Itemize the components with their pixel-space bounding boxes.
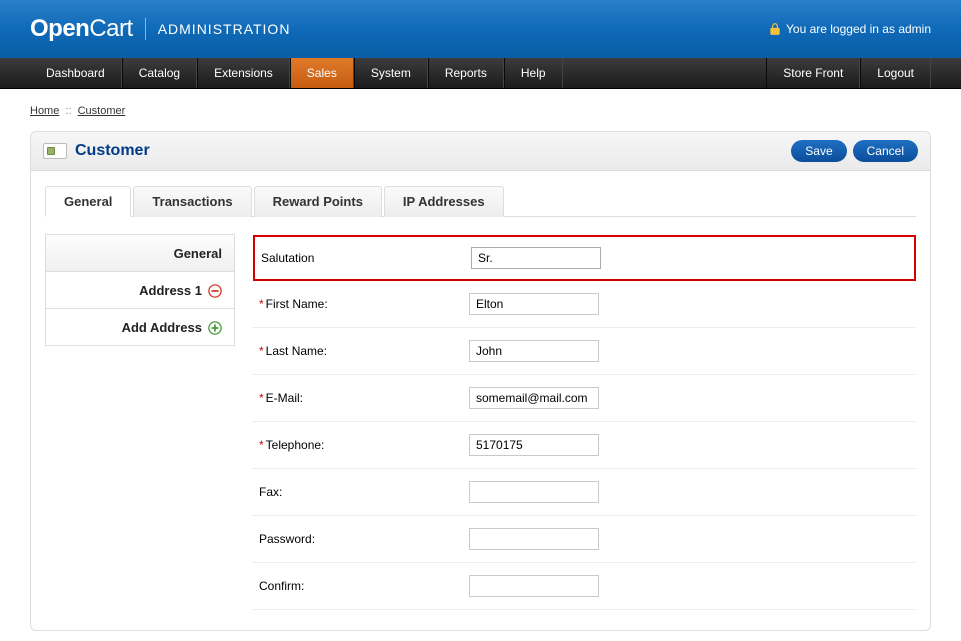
customer-page-icon: [43, 143, 67, 159]
side-tab-general[interactable]: General: [45, 234, 235, 272]
nav-store-front[interactable]: Store Front: [766, 58, 860, 88]
input-wrap-email: [469, 387, 599, 409]
input-wrap-last-name: [469, 340, 599, 362]
nav-system[interactable]: System: [354, 58, 428, 88]
page-container: Home :: Customer Customer Save Cancel Ge…: [0, 89, 961, 641]
breadcrumb-current[interactable]: Customer: [78, 105, 126, 117]
row-last-name: *Last Name:: [253, 328, 916, 375]
logo-rest: Cart: [89, 15, 132, 42]
nav-right: Store Front Logout: [766, 58, 931, 88]
nav-sales[interactable]: Sales: [290, 58, 354, 88]
label-first-name: *First Name:: [259, 297, 469, 311]
row-email: *E-Mail:: [253, 375, 916, 422]
label-fax: Fax:: [259, 485, 469, 499]
row-password: Password:: [253, 516, 916, 563]
input-wrap-fax: [469, 481, 599, 503]
label-telephone: *Telephone:: [259, 438, 469, 452]
form-area: Salutation *First Name:: [235, 235, 916, 610]
confirm-input[interactable]: [469, 575, 599, 597]
label-last-name: *Last Name:: [259, 344, 469, 358]
required-mark: *: [259, 344, 264, 358]
lock-icon: [768, 22, 786, 37]
row-first-name: *First Name:: [253, 281, 916, 328]
password-input[interactable]: [469, 528, 599, 550]
nav-catalog[interactable]: Catalog: [122, 58, 197, 88]
logo[interactable]: OpenCart: [30, 15, 133, 43]
input-wrap-salutation: [471, 247, 601, 269]
form-layout: General Address 1 Add Address: [45, 235, 916, 610]
box-heading: Customer Save Cancel: [31, 132, 930, 171]
side-tabs: General Address 1 Add Address: [45, 235, 235, 610]
nav-reports[interactable]: Reports: [428, 58, 504, 88]
row-confirm: Confirm:: [253, 563, 916, 610]
tab-general[interactable]: General: [45, 186, 131, 217]
header: OpenCart ADMINISTRATION You are logged i…: [0, 0, 961, 58]
label-confirm: Confirm:: [259, 579, 469, 593]
label-password-text: Password:: [259, 532, 315, 546]
nav-logout[interactable]: Logout: [860, 58, 931, 88]
save-button[interactable]: Save: [791, 140, 846, 162]
tab-reward-points[interactable]: Reward Points: [254, 186, 382, 217]
side-tab-general-label: General: [174, 246, 222, 261]
add-address-icon[interactable]: [208, 319, 222, 335]
input-wrap-confirm: [469, 575, 599, 597]
cancel-button[interactable]: Cancel: [853, 140, 918, 162]
heading-actions: Save Cancel: [791, 140, 918, 162]
label-fax-text: Fax:: [259, 485, 282, 499]
admin-section-label: ADMINISTRATION: [158, 21, 291, 37]
logo-bold: Open: [30, 15, 89, 42]
top-tabs: General Transactions Reward Points IP Ad…: [45, 185, 916, 217]
last-name-input[interactable]: [469, 340, 599, 362]
header-login-status: You are logged in as admin: [768, 0, 931, 58]
fax-input[interactable]: [469, 481, 599, 503]
first-name-input[interactable]: [469, 293, 599, 315]
input-wrap-first-name: [469, 293, 599, 315]
nav-left: Dashboard Catalog Extensions Sales Syste…: [30, 58, 563, 88]
required-mark: *: [259, 391, 264, 405]
label-confirm-text: Confirm:: [259, 579, 304, 593]
side-tab-address1-label: Address 1: [139, 283, 202, 298]
row-fax: Fax:: [253, 469, 916, 516]
required-mark: *: [259, 438, 264, 452]
row-telephone: *Telephone:: [253, 422, 916, 469]
input-wrap-telephone: [469, 434, 599, 456]
label-salutation: Salutation: [261, 251, 471, 265]
box-content: General Transactions Reward Points IP Ad…: [31, 171, 930, 630]
input-wrap-password: [469, 528, 599, 550]
breadcrumb-home[interactable]: Home: [30, 105, 59, 117]
label-email: *E-Mail:: [259, 391, 469, 405]
label-password: Password:: [259, 532, 469, 546]
row-salutation: Salutation: [253, 235, 916, 281]
content-box: Customer Save Cancel General Transaction…: [30, 131, 931, 631]
label-telephone-text: Telephone:: [266, 438, 325, 452]
label-email-text: E-Mail:: [266, 391, 303, 405]
side-tab-add-address[interactable]: Add Address: [45, 308, 235, 346]
main-navbar: Dashboard Catalog Extensions Sales Syste…: [0, 58, 961, 89]
nav-extensions[interactable]: Extensions: [197, 58, 290, 88]
label-salutation-text: Salutation: [261, 251, 314, 265]
tab-transactions[interactable]: Transactions: [133, 186, 251, 217]
tab-ip-addresses[interactable]: IP Addresses: [384, 186, 504, 217]
remove-address-icon[interactable]: [208, 282, 222, 298]
label-last-name-text: Last Name:: [266, 344, 327, 358]
email-input[interactable]: [469, 387, 599, 409]
login-text: You are logged in as admin: [786, 22, 931, 36]
label-first-name-text: First Name:: [266, 297, 328, 311]
side-tab-address-1[interactable]: Address 1: [45, 271, 235, 309]
nav-help[interactable]: Help: [504, 58, 563, 88]
nav-dashboard[interactable]: Dashboard: [30, 58, 122, 88]
breadcrumb: Home :: Customer: [30, 105, 931, 117]
side-tab-add-address-label: Add Address: [122, 320, 202, 335]
logo-separator: [145, 18, 146, 40]
telephone-input[interactable]: [469, 434, 599, 456]
page-title: Customer: [75, 142, 150, 160]
breadcrumb-sep: ::: [65, 105, 71, 117]
required-mark: *: [259, 297, 264, 311]
salutation-input[interactable]: [471, 247, 601, 269]
